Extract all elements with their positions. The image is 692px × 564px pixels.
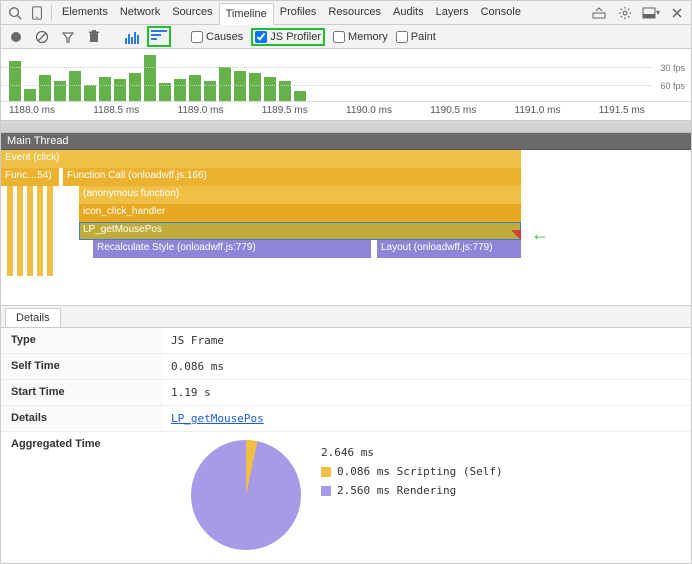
tick: 1188.0 ms <box>9 105 93 116</box>
record-icon[interactable] <box>7 28 25 46</box>
tick: 1189.5 ms <box>262 105 346 116</box>
gear-icon[interactable] <box>615 3 635 23</box>
detail-label: Aggregated Time <box>1 432 161 558</box>
flame-iconhandler[interactable]: icon_click_handler <box>79 204 521 222</box>
jsprofiler-checkbox[interactable]: JS Profiler <box>251 28 325 46</box>
close-icon[interactable] <box>667 3 687 23</box>
tab-details[interactable]: Details <box>5 308 61 327</box>
detail-label: Type <box>1 328 161 353</box>
fps-30-label: 30 fps <box>660 63 685 73</box>
swatch-icon <box>321 467 331 477</box>
toolbar-right: ▾ <box>589 3 687 23</box>
detail-label: Self Time <box>1 354 161 379</box>
time-ruler: 1188.0 ms 1188.5 ms 1189.0 ms 1189.5 ms … <box>1 101 691 119</box>
details-body: Type JS Frame Self Time 0.086 ms Start T… <box>1 328 691 558</box>
legend-total: 2.646 ms <box>321 446 503 459</box>
tick: 1189.0 ms <box>178 105 262 116</box>
tab-timeline[interactable]: Timeline <box>219 3 274 25</box>
tab-profiles[interactable]: Profiles <box>274 2 323 24</box>
legend-rendering-value: 2.560 ms Rendering <box>337 484 456 497</box>
memory-checkbox[interactable]: Memory <box>333 31 388 43</box>
filter-icon[interactable] <box>59 28 77 46</box>
legend-scripting-value: 0.086 ms Scripting (Self) <box>337 465 503 478</box>
device-icon[interactable] <box>27 3 47 23</box>
tick: 1190.5 ms <box>430 105 514 116</box>
trash-icon[interactable] <box>85 28 103 46</box>
tick: 1188.5 ms <box>93 105 177 116</box>
detail-value: 1.19 s <box>161 380 221 405</box>
pie-legend: 2.646 ms 0.086 ms Scripting (Self) 2.560… <box>321 440 503 503</box>
annotation-arrow-icon: ← <box>531 224 549 245</box>
flame-anon[interactable]: (anonymous function) <box>79 186 521 204</box>
tick: 1191.0 ms <box>515 105 599 116</box>
flame-lpgetmousepos[interactable]: LP_getMousePos <box>79 222 521 240</box>
detail-value: JS Frame <box>161 328 234 353</box>
flame-strips <box>7 186 53 276</box>
drawer-icon[interactable] <box>589 3 609 23</box>
dock-icon[interactable]: ▾ <box>641 3 661 23</box>
flame-event[interactable]: Event (click) <box>1 150 521 168</box>
legend-total-value: 2.646 ms <box>321 446 374 459</box>
overview-scrubber[interactable] <box>1 121 691 133</box>
tab-network[interactable]: Network <box>114 2 166 24</box>
flamechart-mode-icon[interactable] <box>147 26 171 47</box>
timeline-overview[interactable]: 30 fps 60 fps 1188.0 ms 1188.5 ms 1189.0… <box>1 49 691 121</box>
tab-elements[interactable]: Elements <box>56 2 114 24</box>
legend-scripting: 0.086 ms Scripting (Self) <box>321 465 503 478</box>
flame-chart[interactable]: Event (click) Func…54) Function Call (on… <box>1 150 691 306</box>
framesview-icon[interactable] <box>125 30 139 44</box>
tab-layers[interactable]: Layers <box>430 2 475 24</box>
search-icon[interactable] <box>5 3 25 23</box>
paint-checkbox[interactable]: Paint <box>396 31 436 43</box>
detail-row-type: Type JS Frame <box>1 328 691 354</box>
detail-label: Details <box>1 406 161 431</box>
detail-value: 0.086 ms <box>161 354 234 379</box>
causes-label: Causes <box>206 31 243 43</box>
detail-row-starttime: Start Time 1.19 s <box>1 380 691 406</box>
tick: 1191.5 ms <box>599 105 683 116</box>
tab-audits[interactable]: Audits <box>387 2 430 24</box>
flame-layout[interactable]: Layout (onloadwff.js:779) <box>377 240 521 258</box>
warning-triangle-icon <box>511 230 521 240</box>
detail-row-aggregated: Aggregated Time 2.646 ms 0.086 ms Script… <box>1 432 691 558</box>
thread-header: Main Thread <box>1 133 691 150</box>
overview-bars <box>1 49 691 101</box>
tab-sources[interactable]: Sources <box>166 2 218 24</box>
flame-func54[interactable]: Func…54) <box>1 168 59 186</box>
tab-console[interactable]: Console <box>475 2 527 24</box>
causes-checkbox[interactable]: Causes <box>191 31 243 43</box>
details-tabs: Details <box>1 306 691 328</box>
tab-resources[interactable]: Resources <box>322 2 387 24</box>
aggregated-time-chart: 2.646 ms 0.086 ms Scripting (Self) 2.560… <box>161 432 513 558</box>
devtools-toolbar: Elements Network Sources Timeline Profil… <box>1 1 691 25</box>
detail-row-selftime: Self Time 0.086 ms <box>1 354 691 380</box>
paint-label: Paint <box>411 31 436 43</box>
detail-row-details: Details LP_getMousePos <box>1 406 691 432</box>
flame-recalcstyle[interactable]: Recalculate Style (onloadwff.js:779) <box>93 240 371 258</box>
legend-rendering: 2.560 ms Rendering <box>321 484 503 497</box>
detail-link[interactable]: LP_getMousePos <box>171 412 264 425</box>
pie-chart <box>191 440 301 550</box>
swatch-icon <box>321 486 331 496</box>
flame-funccall[interactable]: Function Call (onloadwff.js:166) <box>63 168 521 186</box>
clear-icon[interactable] <box>33 28 51 46</box>
detail-label: Start Time <box>1 380 161 405</box>
jsprofiler-label: JS Profiler <box>270 31 321 43</box>
fps-60-label: 60 fps <box>660 81 685 91</box>
panel-tabs: Elements Network Sources Timeline Profil… <box>56 2 587 24</box>
timeline-toolbar: Causes JS Profiler Memory Paint <box>1 25 691 49</box>
separator <box>51 5 52 21</box>
memory-label: Memory <box>348 31 388 43</box>
tick: 1190.0 ms <box>346 105 430 116</box>
